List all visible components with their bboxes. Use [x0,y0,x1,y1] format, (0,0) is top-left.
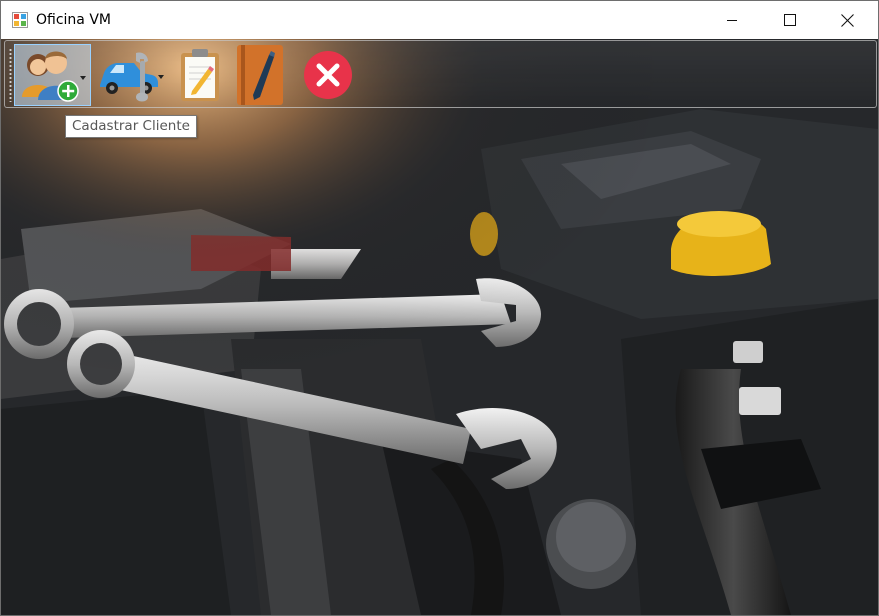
maximize-icon [783,14,796,26]
minimize-button[interactable] [702,1,761,39]
main-toolstrip [4,40,877,108]
close-icon [841,13,854,27]
add-client-icon [21,51,79,102]
add-client-button[interactable] [14,44,91,106]
tooltip: Cadastrar Cliente [65,115,197,138]
toolstrip-grip[interactable] [9,48,12,102]
exit-button[interactable] [301,44,355,106]
exit-icon [304,51,352,99]
close-button[interactable] [818,1,877,39]
windows-form-icon [12,12,28,28]
car-service-button[interactable] [91,44,167,106]
add-client-dropdown-arrow[interactable] [80,76,86,80]
car-service-icon [100,52,158,102]
main-window: Oficina VM Cadastrar Cliente [0,0,879,616]
maximize-button[interactable] [760,1,819,39]
notebook-button[interactable] [233,44,287,106]
service-order-button[interactable] [175,44,225,106]
car-service-dropdown-arrow[interactable] [158,75,164,79]
window-title: Oficina VM [36,12,111,28]
title-bar[interactable]: Oficina VM [1,1,878,39]
minimize-icon [726,20,737,21]
clipboard-pencil-icon [181,49,219,101]
notebook-pen-icon [237,45,283,105]
form-body: Cadastrar Cliente [1,39,878,615]
